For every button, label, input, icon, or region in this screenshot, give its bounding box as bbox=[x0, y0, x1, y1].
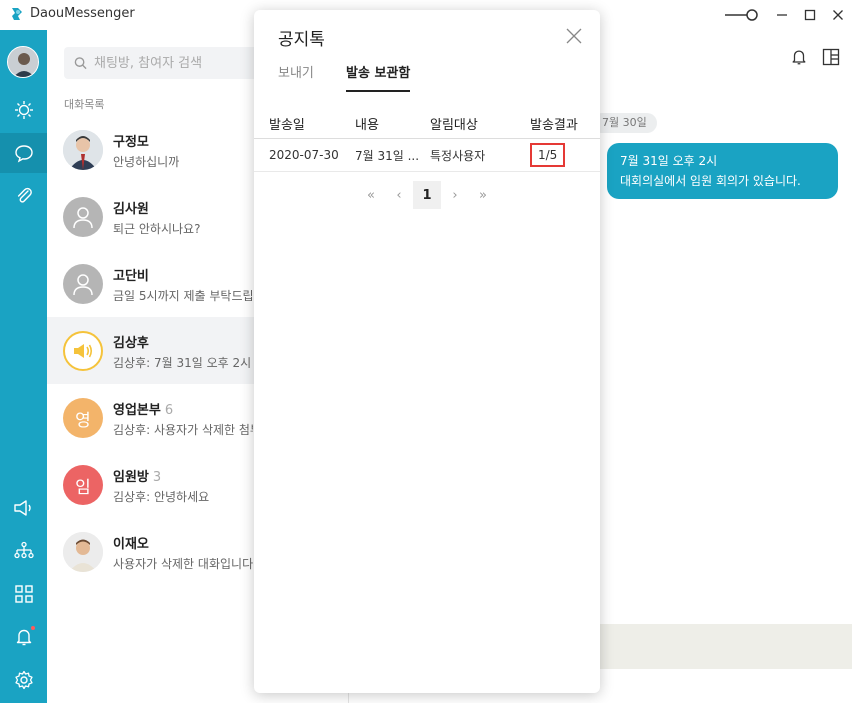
prev-page-button[interactable]: ‹ bbox=[385, 181, 413, 209]
message-line: 7월 31일 오후 2시 bbox=[620, 154, 718, 168]
chat-name: 영업본부 6 bbox=[113, 403, 174, 418]
minimize-button[interactable] bbox=[768, 0, 796, 30]
page-number-current[interactable]: 1 bbox=[413, 181, 441, 209]
member-count: 3 bbox=[152, 470, 162, 485]
chat-preview: 김상후: 7월 31일 오후 2시 대 bbox=[113, 356, 253, 370]
files-nav-button[interactable] bbox=[0, 176, 47, 216]
search-box[interactable] bbox=[64, 47, 264, 79]
my-avatar[interactable] bbox=[7, 46, 39, 78]
table-header: 발송일 내용 알림대상 발송결과 bbox=[254, 109, 600, 139]
close-window-button[interactable] bbox=[824, 0, 852, 30]
last-page-button[interactable]: » bbox=[469, 181, 497, 209]
app-logo-icon bbox=[12, 8, 22, 20]
notification-dot bbox=[31, 626, 35, 630]
tab-sent-archive[interactable]: 발송 보관함 bbox=[346, 62, 411, 92]
close-icon bbox=[566, 28, 582, 44]
chat-name: 김상후 bbox=[113, 336, 149, 351]
dialog-title: 공지톡 bbox=[278, 30, 325, 50]
chat-nav-button[interactable] bbox=[0, 133, 47, 173]
nav-rail bbox=[0, 30, 47, 703]
avatar bbox=[63, 532, 103, 572]
chat-preview: 사용자가 삭제한 대화입니다 bbox=[113, 557, 253, 571]
chat-preview: 안녕하십니까 bbox=[113, 155, 180, 169]
notification-button[interactable] bbox=[790, 48, 808, 70]
side-panel-toggle[interactable] bbox=[822, 48, 840, 70]
chat-name: 구정모 bbox=[113, 135, 149, 150]
date-divider: 7월 30일 bbox=[592, 113, 657, 133]
message-line: 대회의실에서 임원 회의가 있습니다. bbox=[620, 174, 801, 188]
member-count: 6 bbox=[164, 403, 174, 418]
result-cell[interactable]: 1/5 bbox=[530, 139, 566, 171]
chat-name: 임원방 3 bbox=[113, 470, 162, 485]
pagination: « ‹ 1 › » bbox=[254, 181, 600, 209]
column-header: 발송결과 bbox=[530, 118, 578, 133]
announcement-icon bbox=[63, 331, 103, 371]
chat-preview: 금일 5시까지 제출 부탁드립니 bbox=[113, 289, 253, 303]
megaphone-icon bbox=[13, 500, 31, 516]
column-header: 발송일 bbox=[269, 118, 305, 133]
chat-name: 이재오 bbox=[113, 537, 149, 552]
first-page-button[interactable]: « bbox=[357, 181, 385, 209]
tab-send[interactable]: 보내기 bbox=[278, 62, 314, 92]
org-chart-icon bbox=[13, 541, 34, 559]
chat-preview: 김상후: 사용자가 삭제한 첨부 bbox=[113, 423, 253, 437]
grid-icon bbox=[14, 585, 33, 603]
settings-nav-button[interactable] bbox=[0, 660, 47, 700]
sun-icon bbox=[14, 101, 33, 119]
notice-nav-button[interactable] bbox=[0, 488, 47, 528]
notice-talk-dialog: 공지톡 보내기 발송 보관함 발송일 내용 알림대상 발송결과 2020-07-… bbox=[254, 10, 600, 693]
result-value: 1/5 bbox=[530, 143, 566, 167]
chat-preview: 김상후: 안녕하세요 bbox=[113, 490, 210, 504]
next-page-button[interactable]: › bbox=[441, 181, 469, 209]
avatar bbox=[63, 130, 103, 170]
org-nav-button[interactable] bbox=[0, 90, 47, 130]
paperclip-icon bbox=[17, 187, 32, 203]
message-bubble[interactable]: 7월 31일 오후 2시 대회의실에서 임원 회의가 있습니다. bbox=[607, 143, 838, 199]
always-on-top-slider[interactable] bbox=[718, 0, 768, 30]
panel-layout-icon bbox=[822, 48, 840, 66]
group-avatar: 임 bbox=[63, 465, 103, 505]
search-input[interactable] bbox=[94, 55, 264, 71]
sent-archive-table: 발송일 내용 알림대상 발송결과 2020-07-30 7월 31일 ... 특… bbox=[254, 109, 600, 172]
chat-name: 고단비 bbox=[113, 269, 149, 284]
bell-icon bbox=[16, 629, 31, 646]
chat-list-section-label: 대화목록 bbox=[64, 98, 105, 111]
group-avatar: 영 bbox=[63, 398, 103, 438]
chat-name: 김사원 bbox=[113, 202, 149, 217]
sent-date-cell: 2020-07-30 bbox=[269, 148, 339, 162]
target-cell: 특정사용자 bbox=[430, 148, 486, 163]
maximize-button[interactable] bbox=[796, 0, 824, 30]
column-header: 내용 bbox=[355, 118, 379, 133]
message-input-area[interactable] bbox=[600, 624, 852, 669]
org-chart-nav-button[interactable] bbox=[0, 531, 47, 571]
app-title: DaouMessenger bbox=[30, 6, 135, 21]
gear-icon bbox=[14, 670, 33, 690]
table-row[interactable]: 2020-07-30 7월 31일 ... 특정사용자 1/5 bbox=[254, 139, 600, 172]
alarm-nav-button[interactable] bbox=[0, 617, 47, 657]
column-header: 알림대상 bbox=[430, 118, 478, 133]
chat-bubble-icon bbox=[14, 145, 33, 163]
bell-icon bbox=[792, 50, 806, 65]
chat-preview: 퇴근 안하시나요? bbox=[113, 222, 201, 236]
content-cell: 7월 31일 ... bbox=[355, 148, 420, 163]
search-icon bbox=[74, 57, 87, 70]
apps-nav-button[interactable] bbox=[0, 574, 47, 614]
close-dialog-button[interactable] bbox=[566, 28, 582, 44]
default-person-icon bbox=[63, 197, 103, 237]
default-person-icon bbox=[63, 264, 103, 304]
